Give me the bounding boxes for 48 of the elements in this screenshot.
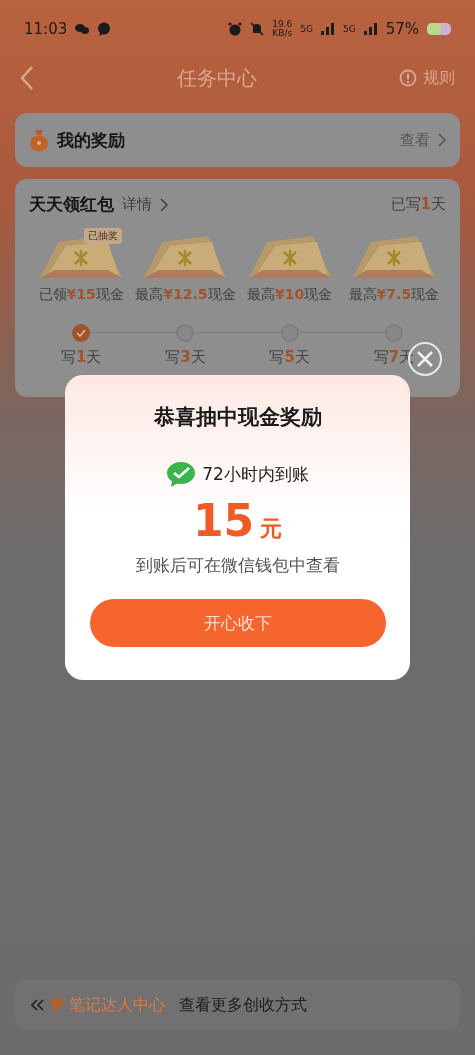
banner-text: 查看更多创收方式 — [179, 994, 307, 1016]
back-icon[interactable] — [20, 65, 34, 91]
view-link[interactable]: 查看 — [400, 130, 430, 150]
rules-link[interactable]: 规则 — [423, 67, 455, 89]
arrival-note: 72小时内到账 — [202, 462, 309, 486]
dialog-hint: 到账后可在微信钱包中查看 — [135, 554, 340, 577]
signal-icon — [320, 23, 335, 35]
step-label: 写1天 — [60, 348, 102, 367]
reward-number: 15 — [192, 495, 255, 546]
reward-amount: 最高¥12.5现金 — [135, 286, 236, 304]
envelope-icon — [246, 234, 333, 280]
chevron-right-icon[interactable] — [438, 133, 446, 147]
mute-bell-icon — [250, 22, 265, 36]
signal-label: 5G — [342, 24, 356, 34]
bulb-icon — [51, 997, 63, 1013]
creator-center-link[interactable]: 笔记达人中心 — [69, 994, 165, 1016]
rewards-card[interactable]: 我的奖励 查看 — [15, 113, 460, 167]
battery-percent: 57% — [385, 20, 419, 38]
step-label: 写3天 — [165, 348, 206, 367]
double-chevron-icon[interactable] — [31, 999, 45, 1011]
signal-label: 5G — [300, 24, 313, 34]
chevron-right-icon[interactable] — [160, 197, 168, 212]
step-label: 写5天 — [269, 348, 310, 367]
envelope-icon — [350, 234, 437, 280]
details-link[interactable]: 详情 — [122, 195, 152, 214]
envelope-icon — [142, 234, 229, 280]
alarm-icon — [228, 22, 243, 36]
dialog-title: 恭喜抽中现金奖励 — [153, 404, 322, 431]
message-icon — [97, 22, 112, 36]
money-bag-icon — [29, 128, 49, 152]
page-title: 任务中心 — [175, 64, 258, 92]
battery-icon — [427, 23, 451, 35]
check-bubble-icon — [166, 461, 197, 487]
accept-button[interactable]: 开心收下 — [89, 599, 386, 647]
info-icon[interactable] — [399, 69, 417, 87]
chat-icon — [75, 23, 90, 35]
daily-title: 天天领红包 — [29, 193, 114, 216]
progress-text: 已写1天 — [390, 195, 446, 214]
drawn-badge: 已抽奖 — [84, 228, 123, 244]
status-time: 11:03 — [24, 20, 68, 38]
reward-amount: 最高¥7.5现金 — [348, 286, 440, 304]
close-icon — [416, 350, 434, 368]
signal-icon — [363, 23, 378, 35]
reward-amount: 已领¥15现金 — [38, 286, 124, 304]
currency-unit: 元 — [260, 515, 283, 543]
rewards-title: 我的奖励 — [57, 128, 125, 152]
reward-amount: 最高¥10现金 — [247, 286, 333, 304]
network-speed: 19.6 KB/s — [272, 20, 293, 38]
